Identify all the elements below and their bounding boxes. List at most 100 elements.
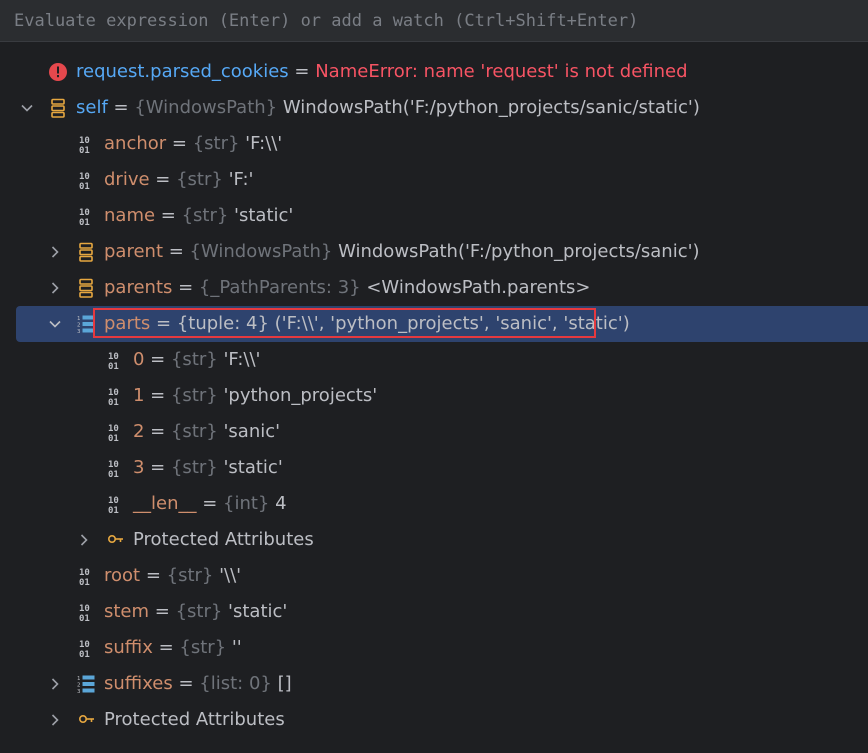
- tree-row-parts-len[interactable]: 10 01 __len__ = {int} 4: [0, 486, 868, 522]
- svg-text:10: 10: [79, 604, 90, 614]
- tree-row-parts-3[interactable]: 10 01 3 = {str} 'static': [0, 450, 868, 486]
- tree-row-parts-0[interactable]: 10 01 0 = {str} 'F:\\': [0, 342, 868, 378]
- variable-name: parent: [104, 241, 164, 262]
- chevron-right-icon[interactable]: [48, 245, 62, 259]
- variable-value: 'F:': [222, 169, 254, 190]
- variable-value: '\\': [213, 565, 242, 586]
- variable-value: 4: [269, 493, 287, 514]
- primitive-icon: 10 01: [79, 172, 90, 190]
- svg-text:01: 01: [79, 146, 90, 154]
- svg-text:01: 01: [79, 182, 90, 190]
- chevron-right-icon[interactable]: [48, 713, 62, 727]
- tree-row-parts-1[interactable]: 10 01 1 = {str} 'python_projects': [0, 378, 868, 414]
- primitive-icon: 10 01: [79, 208, 90, 226]
- tree-row-drive[interactable]: 10 01 drive = {str} 'F:': [0, 162, 868, 198]
- primitive-icon: 10 01: [79, 640, 90, 658]
- tree-row-parts-protected-attributes[interactable]: Protected Attributes: [0, 522, 868, 558]
- separator: =: [107, 97, 135, 118]
- variable-type: {str}: [170, 385, 218, 406]
- variable-name: request.parsed_cookies: [76, 61, 289, 82]
- variable-type: {str}: [175, 601, 223, 622]
- tree-row-suffixes[interactable]: 1 2 3 suffixes = {list: 0} []: [0, 666, 868, 702]
- svg-text:10: 10: [79, 136, 90, 146]
- tree-row-request-parsed-cookies[interactable]: request.parsed_cookies = NameError: name…: [0, 54, 868, 90]
- list-icon: 1 2 3: [77, 675, 95, 694]
- variable-value: 'python_projects': [217, 385, 378, 406]
- chevron-down-icon[interactable]: [48, 317, 62, 331]
- svg-text:3: 3: [77, 689, 81, 694]
- variable-type: {int}: [223, 493, 270, 514]
- tree-row-name[interactable]: 10 01 name = {str} 'static': [0, 198, 868, 234]
- svg-text:10: 10: [108, 496, 119, 506]
- variable-type: {WindowsPath}: [189, 241, 333, 262]
- variable-type: {str}: [176, 169, 223, 190]
- variable-name: 3: [133, 457, 145, 478]
- variable-value: 'static': [222, 601, 288, 622]
- red-annotation-box: [93, 308, 596, 338]
- svg-text:10: 10: [108, 388, 119, 398]
- tree-row-anchor[interactable]: 10 01 anchor = {str} 'F:\\': [0, 126, 868, 162]
- variable-value: 'static': [228, 205, 294, 226]
- variable-type: {str}: [181, 205, 229, 226]
- error-icon: [49, 63, 67, 81]
- svg-text:2: 2: [77, 323, 81, 329]
- chevron-right-icon[interactable]: [48, 677, 62, 691]
- evaluate-expression-input[interactable]: [0, 0, 868, 41]
- separator: =: [172, 673, 200, 694]
- svg-text:01: 01: [79, 578, 90, 586]
- svg-text:10: 10: [108, 424, 119, 434]
- variable-name: 0: [133, 349, 145, 370]
- svg-text:01: 01: [108, 398, 119, 406]
- chevron-right-icon[interactable]: [77, 533, 91, 547]
- primitive-icon: 10 01: [79, 136, 90, 154]
- separator: =: [172, 277, 199, 298]
- object-icon: [51, 98, 65, 118]
- variable-name: suffix: [104, 637, 153, 658]
- primitive-icon: 10 01: [108, 460, 119, 478]
- variable-type: {WindowsPath}: [134, 97, 278, 118]
- separator: =: [144, 457, 171, 478]
- chevron-right-icon[interactable]: [48, 281, 62, 295]
- svg-text:01: 01: [108, 362, 119, 370]
- variable-value: 'F:\\': [239, 133, 283, 154]
- variable-type: {str}: [179, 637, 227, 658]
- variable-type: {str}: [170, 421, 218, 442]
- svg-text:01: 01: [79, 218, 90, 226]
- svg-text:10: 10: [79, 208, 90, 218]
- separator: =: [155, 205, 182, 226]
- protected-attributes-label: Protected Attributes: [133, 529, 314, 550]
- variable-value: WindowsPath('F:/python_projects/sanic'): [332, 241, 700, 262]
- variable-value: []: [271, 673, 292, 694]
- svg-text:1: 1: [77, 676, 81, 682]
- variable-type: {str}: [192, 133, 240, 154]
- svg-text:10: 10: [108, 460, 119, 470]
- tree-row-self[interactable]: self = {WindowsPath} WindowsPath('F:/pyt…: [0, 90, 868, 126]
- object-icon: [79, 242, 93, 262]
- primitive-icon: 10 01: [79, 568, 90, 586]
- tree-row-self-protected-attributes[interactable]: Protected Attributes: [0, 702, 868, 738]
- chevron-down-icon[interactable]: [20, 101, 34, 115]
- svg-text:10: 10: [108, 352, 119, 362]
- separator: =: [144, 421, 171, 442]
- protected-attributes-label: Protected Attributes: [104, 709, 285, 730]
- tree-row-suffix[interactable]: 10 01 suffix = {str} '': [0, 630, 868, 666]
- tree-row-parts-2[interactable]: 10 01 2 = {str} 'sanic': [0, 414, 868, 450]
- svg-text:10: 10: [79, 568, 90, 578]
- tree-row-stem[interactable]: 10 01 stem = {str} 'static': [0, 594, 868, 630]
- tree-row-root[interactable]: 10 01 root = {str} '\\': [0, 558, 868, 594]
- svg-text:3: 3: [77, 329, 81, 334]
- separator: =: [163, 241, 190, 262]
- svg-text:2: 2: [77, 683, 81, 689]
- separator: =: [149, 601, 176, 622]
- svg-text:10: 10: [79, 640, 90, 650]
- tree-row-parents[interactable]: parents = {_PathParents: 3} <WindowsPath…: [0, 270, 868, 306]
- variable-type: {str}: [170, 457, 218, 478]
- tree-row-parent[interactable]: parent = {WindowsPath} WindowsPath('F:/p…: [0, 234, 868, 270]
- separator: =: [144, 349, 171, 370]
- variable-value: 'sanic': [217, 421, 281, 442]
- svg-text:1: 1: [77, 316, 81, 322]
- object-icon: [79, 278, 93, 298]
- variable-name: 2: [133, 421, 145, 442]
- variable-name: self: [76, 97, 108, 118]
- tree-row-parts[interactable]: 1 2 3 parts = {tuple: 4} ('F:\\', 'pytho…: [0, 306, 868, 342]
